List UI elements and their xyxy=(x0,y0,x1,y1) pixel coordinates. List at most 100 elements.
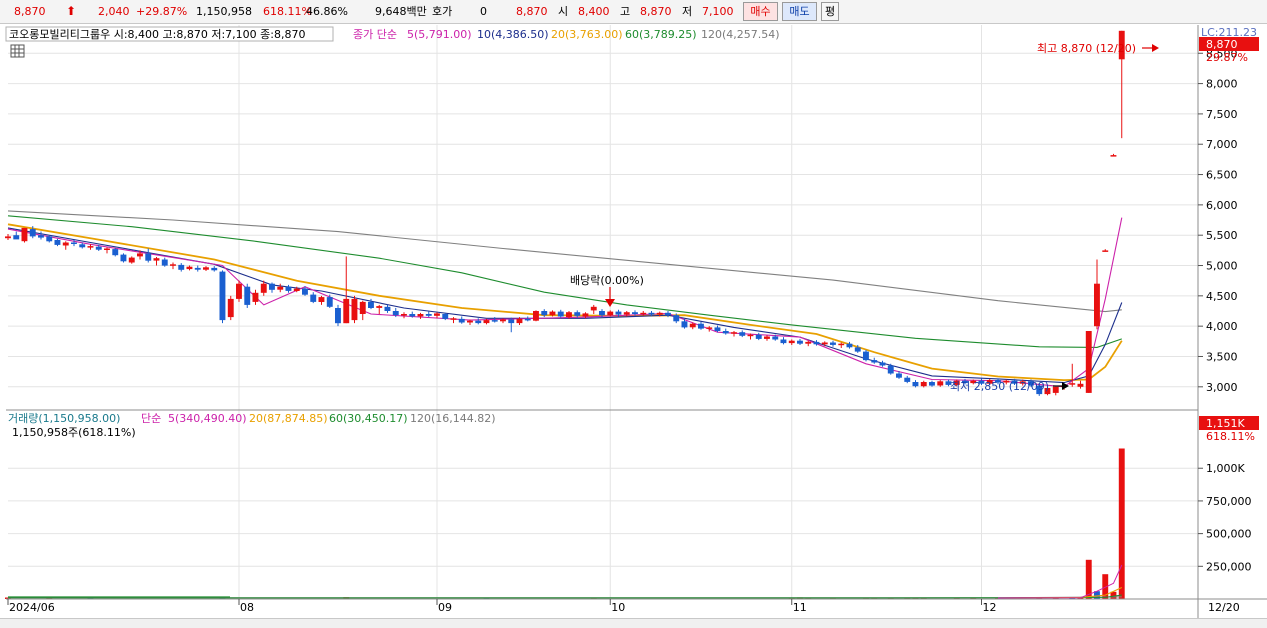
candle-body xyxy=(846,343,853,348)
quote-price: 8,870 xyxy=(516,5,548,18)
candle-body xyxy=(359,301,366,314)
price-axis-tick: 6,500 xyxy=(1206,169,1238,182)
candle-body xyxy=(821,342,828,345)
candle-body xyxy=(706,327,713,329)
grid-settings-icon[interactable] xyxy=(10,44,25,58)
low-price: 7,100 xyxy=(702,5,734,18)
ma10-legend: 10(4,386.50) xyxy=(477,28,549,41)
candle-body xyxy=(46,236,53,242)
candle-body xyxy=(788,340,795,344)
candle-body xyxy=(277,286,284,290)
avg-button[interactable]: 평 xyxy=(821,2,839,21)
volume-axis-tick: 500,000 xyxy=(1206,528,1252,541)
quote-value: 0 xyxy=(480,5,487,18)
candle-body xyxy=(607,311,614,316)
volume-ma60-legend: 60(30,450.17) xyxy=(329,412,408,425)
trade-volume: 1,150,958 xyxy=(196,5,252,18)
price-change: 2,040 xyxy=(98,5,130,18)
candle-body xyxy=(351,298,358,321)
candle-body xyxy=(417,314,424,317)
candle-body xyxy=(153,258,160,261)
candle-body xyxy=(739,332,746,336)
candle-body xyxy=(475,320,482,324)
candle-body xyxy=(227,298,234,318)
candle-body xyxy=(112,249,119,256)
candle-body xyxy=(5,236,11,239)
sell-button[interactable]: 매도 xyxy=(782,2,817,21)
candle-body xyxy=(623,312,630,315)
current-price: 8,870 xyxy=(14,5,46,18)
volume-bar xyxy=(1118,448,1125,599)
candle-body xyxy=(170,264,176,266)
stock-chart[interactable]: 코오롱모빌리티그룹우 시:8,400 고:8,870 저:7,100 종:8,8… xyxy=(0,25,1267,618)
price-axis-tick: 7,500 xyxy=(1206,108,1238,121)
candle-body xyxy=(937,381,944,386)
candle-body xyxy=(236,283,242,299)
trade-amount: 9,648백만 xyxy=(375,5,427,18)
candle-body xyxy=(813,341,820,345)
candle-body xyxy=(780,339,787,344)
candle-body xyxy=(128,257,135,263)
candle-body xyxy=(260,283,267,293)
candle-body xyxy=(863,351,869,361)
candle-body xyxy=(681,321,688,328)
candle-body xyxy=(120,254,127,262)
candle-body xyxy=(1094,283,1100,327)
candle-body xyxy=(648,312,655,315)
volume-axis-tick: 750,000 xyxy=(1206,495,1252,508)
candle-body xyxy=(797,340,803,344)
candle-body xyxy=(747,334,754,337)
candle-body xyxy=(772,336,779,340)
candle-body xyxy=(467,320,473,323)
candle-body xyxy=(524,318,531,321)
turnover-rate: 46.86% xyxy=(306,5,348,18)
candle-body xyxy=(896,373,902,378)
candle-body xyxy=(755,334,762,339)
volume-axis-tick: 1,000K xyxy=(1206,462,1245,475)
date-axis-tick: 08 xyxy=(240,601,254,614)
candle-body xyxy=(178,264,185,270)
candle-body xyxy=(54,240,61,245)
candle-body xyxy=(442,314,449,319)
price-axis-tick: 8,000 xyxy=(1206,78,1238,91)
date-axis-tick: 2024/06 xyxy=(9,601,55,614)
date-axis-tick: 09 xyxy=(438,601,452,614)
candle-body xyxy=(912,382,919,387)
candle-body xyxy=(1077,383,1084,387)
candle-body xyxy=(871,360,878,363)
ma60-legend: 60(3,789.25) xyxy=(625,28,697,41)
candle-body xyxy=(87,246,94,248)
price-axis-tick: 6,000 xyxy=(1206,199,1238,212)
candle-body xyxy=(62,242,69,246)
candle-body xyxy=(458,318,465,323)
current-volume-pct: 618.11% xyxy=(1206,430,1255,443)
volume-axis-tick: 250,000 xyxy=(1206,560,1252,573)
candle-body xyxy=(673,315,680,322)
open-price: 8,400 xyxy=(578,5,610,18)
low-annotation: 최저 2,850 (12/09) xyxy=(950,380,1049,393)
current-price-tag-text: 8,870 xyxy=(1206,38,1238,51)
candle-body xyxy=(508,319,515,324)
date-axis-tick: 10 xyxy=(611,601,625,614)
candle-body xyxy=(632,312,638,314)
candle-body xyxy=(574,312,581,316)
price-axis-tick: 4,500 xyxy=(1206,290,1238,303)
candle-body xyxy=(104,248,110,250)
date-axis-tick: 11 xyxy=(793,601,807,614)
candle-body xyxy=(302,288,308,295)
volume-ma-title: 단순 xyxy=(141,412,161,425)
high-price: 8,870 xyxy=(640,5,672,18)
candle-body xyxy=(269,283,275,290)
volume-ma5-legend: 5(340,490.40) xyxy=(168,412,247,425)
candle-body xyxy=(615,311,622,315)
candle-body xyxy=(1102,250,1109,252)
candle-body xyxy=(599,311,605,316)
candle-body xyxy=(689,323,696,328)
buy-button[interactable]: 매수 xyxy=(743,2,778,21)
candle-body xyxy=(640,312,647,315)
volume-bar xyxy=(1110,591,1117,599)
chart-scrollbar[interactable] xyxy=(0,618,1267,628)
candle-body xyxy=(161,259,168,266)
candle-body xyxy=(722,331,729,334)
candle-body xyxy=(541,311,548,316)
